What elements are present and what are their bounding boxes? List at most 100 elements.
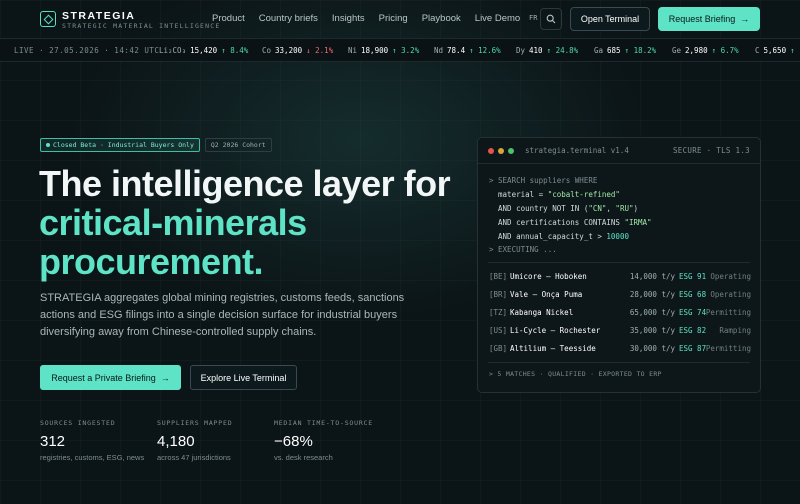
window-minimize-dot-icon xyxy=(498,148,504,154)
status-dot-icon xyxy=(46,143,50,147)
capacity: 30,000 t/y xyxy=(629,344,675,353)
query-text: material = xyxy=(489,190,548,199)
ticker-change: ↑ 18.2% xyxy=(624,46,657,55)
query-text: AND annual_capacity_t > xyxy=(489,232,607,241)
ticker-value: 15,420 xyxy=(190,46,218,55)
cohort-badge: Q2 2026 Cohort xyxy=(204,138,272,152)
nav-link-insights[interactable]: Insights xyxy=(332,13,365,24)
country-code: [BE] xyxy=(489,272,508,281)
ticker-value: 685 xyxy=(607,46,621,55)
query-text: AND certifications CONTAINS xyxy=(489,218,625,227)
stat-time-to-source: MEDIAN TIME-TO-SOURCE −68% vs. desk rese… xyxy=(274,419,373,462)
window-close-dot-icon xyxy=(488,148,494,154)
status: Operating xyxy=(710,290,751,299)
arrow-right-icon: → xyxy=(740,14,750,24)
ticker-change: ↑ 3.2% xyxy=(392,46,420,55)
stat-sources: SOURCES INGESTED 312 registries, customs… xyxy=(40,419,144,462)
ticker-item: Nd 78.4 ↑ 12.6% xyxy=(434,46,501,55)
nav-link-product[interactable]: Product xyxy=(212,13,245,24)
ticker-change: ↑ xyxy=(790,46,795,55)
esg-score: ESG 82 xyxy=(679,326,707,335)
result-row[interactable]: [BR] Vale — Onça Puma 28,000 t/y ESG 68 … xyxy=(489,290,751,302)
brand-name[interactable]: STRATEGIA xyxy=(62,10,135,22)
ticker-symbol: C xyxy=(755,46,760,55)
nav-link-playbook[interactable]: Playbook xyxy=(422,13,461,24)
capacity: 35,000 t/y xyxy=(629,326,675,335)
stat-note: vs. desk research xyxy=(274,453,333,462)
query-text: > EXECUTING ... xyxy=(489,245,557,254)
status: Operating xyxy=(710,272,751,281)
hero-badges: Closed Beta · Industrial Buyers Only Q2 … xyxy=(40,138,272,152)
headline-line-1: The intelligence layer for xyxy=(39,163,451,204)
stat-label: SUPPLIERS MAPPED xyxy=(157,419,233,427)
stat-note: registries, customs, ESG, news xyxy=(40,453,145,462)
terminal-title: strategia.terminal v1.4 xyxy=(525,146,629,155)
search-button[interactable] xyxy=(540,8,562,30)
query-string: "cobalt-refined" xyxy=(547,190,620,199)
stat-value: −68% xyxy=(274,433,313,450)
terminal-footer: > 5 MATCHES · QUALIFIED · EXPORTED TO ER… xyxy=(489,370,662,378)
nav-link-country-briefs[interactable]: Country briefs xyxy=(259,13,318,24)
country-code: [GB] xyxy=(489,344,508,353)
top-nav: STRATEGIA STRATEGIC MATERIAL INTELLIGENC… xyxy=(0,0,800,38)
language-switch[interactable]: FR xyxy=(529,14,537,22)
ticker-item: Dy 410 ↑ 24.8% xyxy=(516,46,578,55)
window-maximize-dot-icon xyxy=(508,148,514,154)
stat-label: MEDIAN TIME-TO-SOURCE xyxy=(274,419,373,427)
ticker-change: ↓ 2.1% xyxy=(306,46,334,55)
brand-tagline: STRATEGIC MATERIAL INTELLIGENCE xyxy=(62,22,221,30)
ticker-value: 5,650 xyxy=(763,46,787,55)
closed-beta-badge: Closed Beta · Industrial Buyers Only xyxy=(40,138,200,152)
ticker-symbol: Li₂CO₃ xyxy=(159,46,187,55)
nav-links: Product Country briefs Insights Pricing … xyxy=(212,13,534,24)
open-terminal-label: Open Terminal xyxy=(580,14,640,24)
ticker-value: 33,200 xyxy=(275,46,303,55)
request-briefing-label: Request Briefing xyxy=(668,14,736,24)
query-line-5: AND annual_capacity_t > 10000 xyxy=(489,232,629,241)
supplier-name: Vale — Onça Puma xyxy=(510,290,583,299)
result-row[interactable]: [US] Li-Cycle — Rochester 35,000 t/y ESG… xyxy=(489,326,751,338)
terminal-panel[interactable]: strategia.terminal v1.4 SECURE · TLS 1.3… xyxy=(477,137,761,393)
hero-subtext: STRATEGIA aggregates global mining regis… xyxy=(40,292,405,338)
ticker-symbol: Co xyxy=(262,46,272,55)
closed-beta-label: Closed Beta · Industrial Buyers Only xyxy=(53,141,194,149)
status: Permitting xyxy=(705,308,751,317)
query-line-6: > EXECUTING ... xyxy=(489,245,557,254)
ticker-value: 410 xyxy=(529,46,543,55)
arrow-right-icon: → xyxy=(160,372,170,383)
nav-link-pricing[interactable]: Pricing xyxy=(379,13,408,24)
ticker-symbol: Ge xyxy=(672,46,682,55)
ticker-change: ↑ 24.8% xyxy=(546,46,579,55)
query-text: AND country NOT IN ( xyxy=(489,204,589,213)
capacity: 14,000 t/y xyxy=(629,272,675,281)
result-row[interactable]: [GB] Altilium — Teesside 30,000 t/y ESG … xyxy=(489,344,751,356)
divider xyxy=(488,262,750,263)
ticker-symbol: Ni xyxy=(348,46,358,55)
terminal-header: strategia.terminal v1.4 SECURE · TLS 1.3 xyxy=(478,138,760,164)
stat-label: SOURCES INGESTED xyxy=(40,419,116,427)
ticker-item: C 5,650 ↑ xyxy=(755,46,795,55)
query-string: "CN", "RU" xyxy=(588,204,634,213)
ticker-item: Li₂CO₃ 15,420 ↑ 8.4% xyxy=(159,46,248,55)
request-private-briefing-button[interactable]: Request a Private Briefing → xyxy=(40,365,181,390)
status: Permitting xyxy=(705,344,751,353)
query-line-1: > SEARCH suppliers WHERE xyxy=(489,176,597,185)
request-briefing-button[interactable]: Request Briefing → xyxy=(658,7,760,31)
logo-icon[interactable] xyxy=(40,11,56,27)
explore-live-terminal-button[interactable]: Explore Live Terminal xyxy=(190,365,297,390)
ticker-symbol: Ga xyxy=(594,46,604,55)
headline-line-3: procurement. xyxy=(39,241,264,282)
ticker-change: ↑ 8.4% xyxy=(221,46,249,55)
result-row[interactable]: [BE] Umicore — Hoboken 14,000 t/y ESG 91… xyxy=(489,272,751,284)
country-code: [BR] xyxy=(489,290,508,299)
open-terminal-button[interactable]: Open Terminal xyxy=(570,7,650,31)
explore-live-terminal-label: Explore Live Terminal xyxy=(200,372,287,383)
ticker-item: Ga 685 ↑ 18.2% xyxy=(594,46,656,55)
nav-link-live-demo[interactable]: Live Demo xyxy=(475,13,520,24)
status: Ramping xyxy=(719,326,751,335)
query-line-4: AND certifications CONTAINS "IRMA" xyxy=(489,218,652,227)
ticker-symbol: Nd xyxy=(434,46,444,55)
request-private-briefing-label: Request a Private Briefing xyxy=(51,372,156,383)
ticker-item: Co 33,200 ↓ 2.1% xyxy=(262,46,333,55)
result-row[interactable]: [TZ] Kabanga Nickel 65,000 t/y ESG 74 Pe… xyxy=(489,308,751,320)
